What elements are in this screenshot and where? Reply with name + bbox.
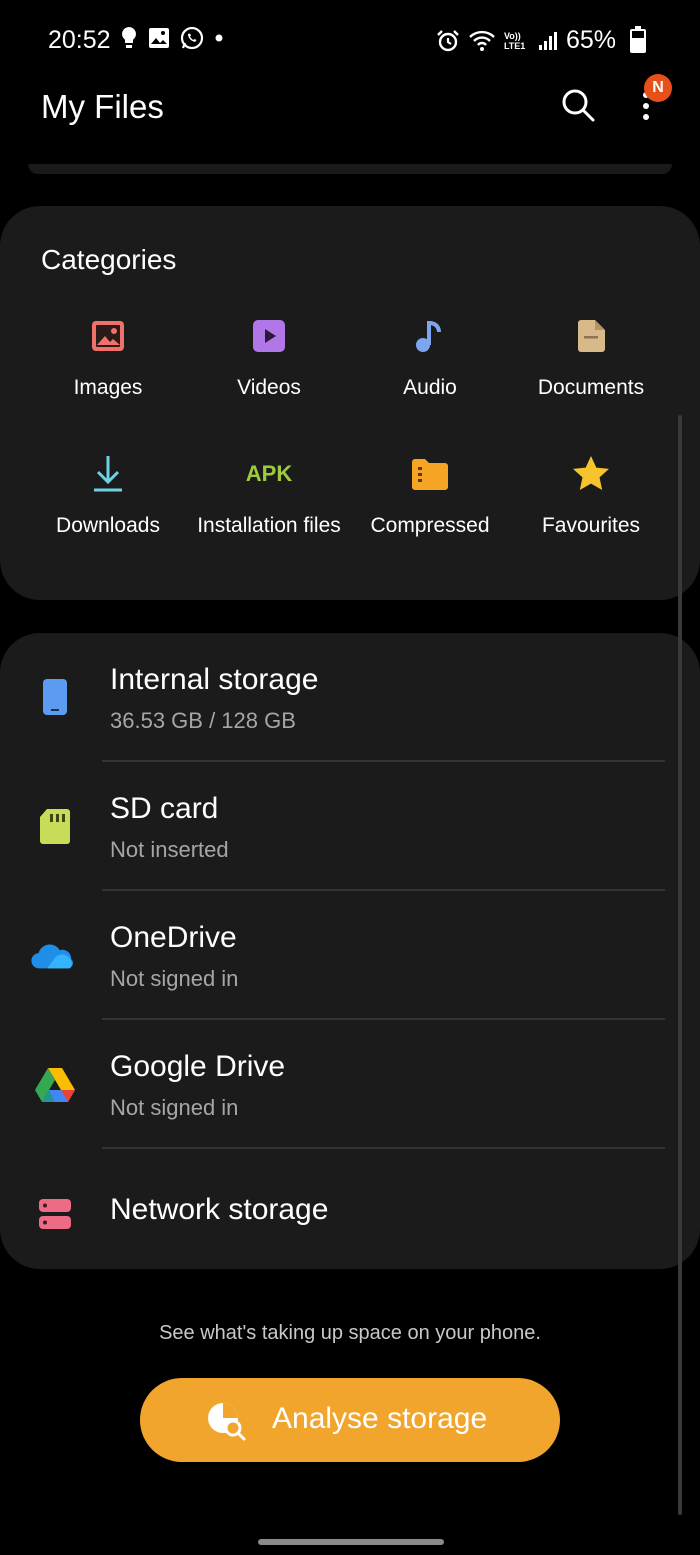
category-downloads[interactable]: Downloads: [28, 454, 188, 539]
storage-analysis-icon: [208, 1403, 246, 1441]
battery-percent: 65%: [565, 26, 616, 54]
image-icon: [88, 316, 128, 356]
status-time: 20:52: [48, 26, 111, 54]
wifi-icon: [469, 30, 495, 51]
category-documents[interactable]: Documents: [511, 316, 671, 401]
category-label: Compressed: [370, 514, 490, 537]
home-indicator[interactable]: [258, 1539, 444, 1545]
onedrive-icon: [30, 933, 74, 977]
alarm-icon: [437, 29, 459, 51]
category-installation-files[interactable]: APK Installation files: [189, 454, 349, 539]
analyse-hint-text: See what's taking up space on your phone…: [159, 1322, 541, 1344]
phone-icon: [33, 675, 77, 719]
network-storage-icon: [33, 1192, 77, 1236]
notification-badge: N: [644, 74, 672, 102]
category-favourites[interactable]: Favourites: [511, 454, 671, 539]
document-icon: [571, 316, 611, 356]
search-icon[interactable]: [558, 85, 598, 125]
category-images[interactable]: Images: [28, 316, 188, 401]
video-icon: [249, 316, 289, 356]
folder-zip-icon: [410, 454, 450, 494]
dot-icon: [215, 34, 223, 42]
storage-item-onedrive[interactable]: OneDrive Not signed in: [0, 891, 700, 1020]
categories-title: Categories: [41, 244, 177, 275]
category-label: Videos: [237, 376, 301, 399]
storage-item-sd-card[interactable]: SD card Not inserted: [0, 762, 700, 891]
storage-item-network[interactable]: Network storage: [0, 1149, 700, 1278]
analyse-storage-button[interactable]: Analyse storage: [140, 1378, 560, 1462]
storage-card: Internal storage 36.53 GB / 128 GB SD ca…: [0, 633, 700, 1269]
storage-subtitle: Not inserted: [110, 837, 229, 862]
signal-icon: [538, 31, 557, 50]
storage-name: OneDrive: [110, 921, 237, 954]
category-label: Audio: [403, 376, 457, 399]
category-compressed[interactable]: Compressed: [350, 454, 510, 539]
category-label: Favourites: [541, 514, 641, 537]
storage-item-google-drive[interactable]: Google Drive Not signed in: [0, 1020, 700, 1149]
bulb-icon: [122, 27, 136, 48]
page-title: My Files: [41, 88, 164, 125]
battery-icon: [630, 25, 646, 53]
storage-item-internal[interactable]: Internal storage 36.53 GB / 128 GB: [0, 633, 700, 762]
apk-icon: APK: [245, 461, 293, 486]
category-label: Images: [73, 376, 143, 399]
category-label: Installation files: [197, 514, 341, 537]
storage-subtitle: 36.53 GB / 128 GB: [110, 708, 296, 733]
storage-subtitle: Not signed in: [110, 1095, 239, 1120]
google-drive-icon: [33, 1062, 77, 1106]
storage-subtitle: Not signed in: [110, 966, 239, 991]
download-icon: [88, 454, 128, 494]
category-label: Downloads: [56, 514, 160, 537]
star-icon: [571, 454, 611, 494]
category-label: Documents: [537, 376, 645, 399]
whatsapp-icon: [180, 26, 204, 50]
status-bar: 20:52 Vo)) LTE1 65%: [0, 0, 700, 80]
analyse-storage-label: Analyse storage: [272, 1402, 488, 1435]
categories-card: Categories Images Videos Audio Documents…: [0, 206, 700, 600]
storage-name: SD card: [110, 792, 219, 825]
sd-card-icon: [33, 804, 77, 848]
storage-name: Internal storage: [110, 663, 319, 696]
collapsed-header-edge: [28, 164, 672, 174]
storage-name: Google Drive: [110, 1050, 286, 1083]
scrollbar[interactable]: [678, 415, 682, 1515]
category-videos[interactable]: Videos: [189, 316, 349, 401]
storage-name: Network storage: [110, 1193, 329, 1226]
category-audio[interactable]: Audio: [350, 316, 510, 401]
music-note-icon: [410, 316, 450, 356]
volte-icon: Vo)) LTE1: [503, 30, 526, 51]
gallery-icon: [149, 28, 169, 48]
